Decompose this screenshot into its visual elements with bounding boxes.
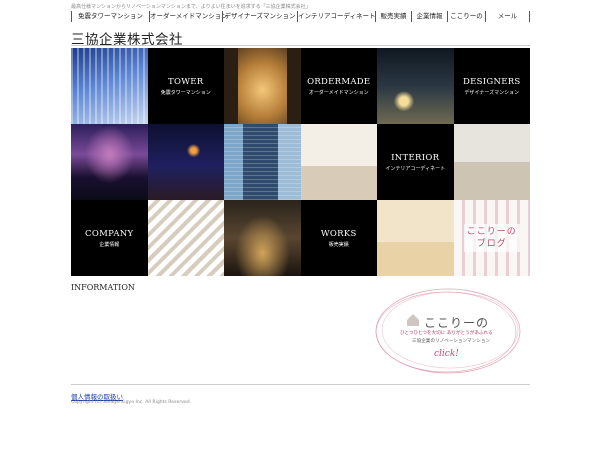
header-tagline: 最高仕様マンションからリノベーションマンションまで、よりよい住まいを追求する「三… bbox=[71, 4, 311, 10]
photo-dining-room bbox=[300, 124, 377, 200]
banner-click-label: click! bbox=[434, 349, 459, 359]
tile-interior-en: INTERIOR bbox=[391, 152, 440, 163]
photo-living-room bbox=[453, 124, 530, 200]
banner-caption: 三協企業のリノベーションマンション bbox=[412, 339, 491, 344]
information-heading: INFORMATION bbox=[71, 283, 135, 292]
tile-works-en: WORKS bbox=[320, 228, 357, 239]
tile-blog[interactable]: ここりーの ブログ bbox=[453, 200, 530, 276]
kokori-banner[interactable]: ここりーの ひとつひとつを大切に ありがとうがあふれる 三協企業のリノベーション… bbox=[374, 286, 522, 376]
tile-blog-line1: ここりーの bbox=[466, 227, 517, 237]
tile-designers-jp: デザイナーズマンション bbox=[464, 89, 520, 96]
banner-subtitle: ひとつひとつを大切に ありがとうがあふれる bbox=[400, 331, 493, 336]
top-navigation: 免震タワーマンション オーダーメイドマンション デザイナーズマンション インテリ… bbox=[71, 11, 530, 22]
photo-lobby-night bbox=[224, 200, 301, 276]
tile-designers-en: DESIGNERS bbox=[462, 76, 521, 87]
photo-entrance bbox=[224, 48, 301, 124]
photo-sofa-room bbox=[377, 200, 454, 276]
tile-works[interactable]: WORKS 販売実績 bbox=[300, 200, 377, 276]
tile-grid: TOWER 免震タワーマンション ORDERMADE オーダーメイドマンション … bbox=[71, 48, 530, 276]
tile-tower[interactable]: TOWER 免震タワーマンション bbox=[147, 48, 224, 124]
nav-mail[interactable]: メール bbox=[485, 11, 530, 22]
footer-divider bbox=[71, 384, 530, 385]
nav-kokori[interactable]: ここりーの bbox=[447, 11, 485, 22]
nav-interior[interactable]: インテリアコーディネート bbox=[297, 11, 376, 22]
photo-stair-room bbox=[147, 200, 224, 276]
tile-ordermade-en: ORDERMADE bbox=[307, 76, 371, 87]
tile-blog-label: ここりーの ブログ bbox=[463, 224, 520, 252]
tile-ordermade-jp: オーダーメイドマンション bbox=[308, 89, 369, 96]
tile-company-en: COMPANY bbox=[85, 228, 134, 239]
nav-works[interactable]: 販売実績 bbox=[375, 11, 411, 22]
photo-city-dusk bbox=[71, 124, 148, 200]
tile-company-jp: 企業情報 bbox=[99, 241, 120, 248]
nav-company[interactable]: 企業情報 bbox=[411, 11, 447, 22]
tile-designers[interactable]: DESIGNERS デザイナーズマンション bbox=[453, 48, 530, 124]
house-icon bbox=[407, 314, 419, 326]
nav-tower[interactable]: 免震タワーマンション bbox=[71, 11, 149, 22]
header-divider bbox=[71, 45, 530, 46]
tile-company[interactable]: COMPANY 企業情報 bbox=[71, 200, 148, 276]
tile-interior[interactable]: INTERIOR インテリアコーディネート bbox=[377, 124, 454, 200]
photo-tower-building bbox=[71, 48, 148, 124]
nav-ordermade[interactable]: オーダーメイドマンション bbox=[149, 11, 228, 22]
tile-ordermade[interactable]: ORDERMADE オーダーメイドマンション bbox=[300, 48, 377, 124]
tile-tower-en: TOWER bbox=[168, 76, 204, 87]
photo-tower-exterior bbox=[224, 124, 301, 200]
tile-works-jp: 販売実績 bbox=[328, 241, 349, 248]
photo-night-villa bbox=[377, 48, 454, 124]
photo-city-night bbox=[147, 124, 224, 200]
banner-title: ここりーの bbox=[424, 316, 490, 330]
copyright-text: Copyright (C) Sankyo Kigyo Inc. All Righ… bbox=[71, 400, 192, 405]
tile-interior-jp: インテリアコーディネート bbox=[385, 165, 446, 172]
tile-blog-line2: ブログ bbox=[476, 239, 507, 249]
tile-tower-jp: 免震タワーマンション bbox=[160, 89, 211, 96]
nav-designers[interactable]: デザイナーズマンション bbox=[222, 11, 297, 22]
